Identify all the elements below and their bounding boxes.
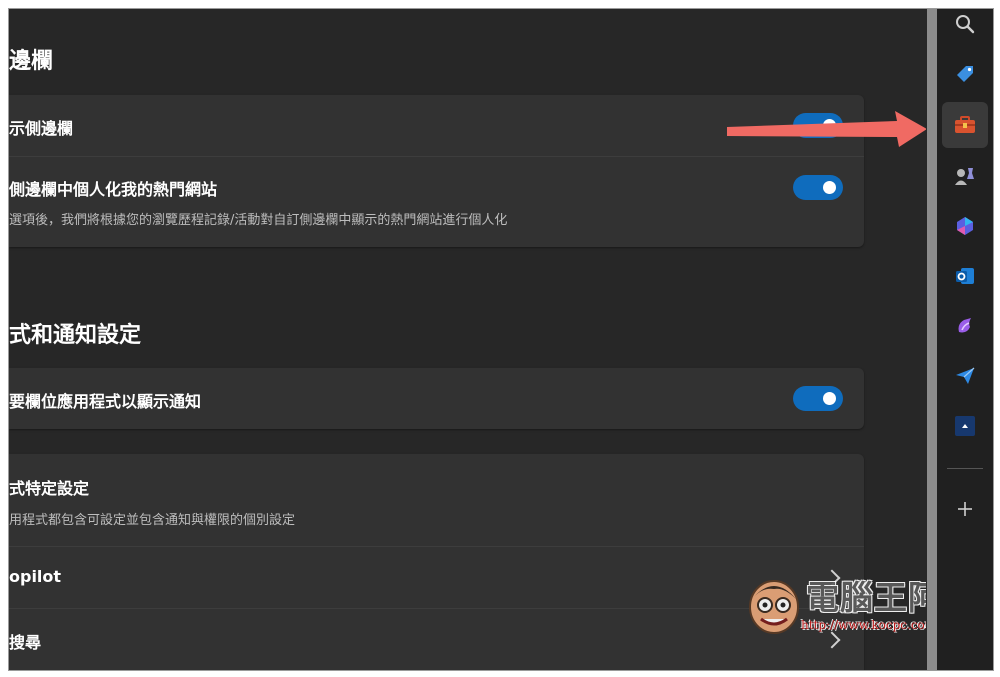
add-icon[interactable] xyxy=(942,486,988,532)
personalize-label: 側邊欄中個人化我的熱門網站 xyxy=(9,180,218,199)
personalize-row[interactable]: 側邊欄中個人化我的熱門網站 選項後，我們將根據您的瀏覽歷程記錄/活動對自訂側邊欄… xyxy=(9,157,864,247)
notify-row[interactable]: 要欄位應用程式以顯示通知 xyxy=(9,368,864,429)
toolbox-icon[interactable] xyxy=(942,102,988,148)
scrollbar[interactable] xyxy=(927,9,937,670)
personalize-desc: 選項後，我們將根據您的瀏覽歷程記錄/活動對自訂側邊欄中顯示的熱門網站進行個人化 xyxy=(9,213,508,228)
search-icon[interactable] xyxy=(942,9,988,47)
app-icon[interactable] xyxy=(942,403,988,449)
annotation-arrow xyxy=(727,111,926,147)
copilot-row[interactable]: opilot xyxy=(9,547,864,608)
copilot-label: opilot xyxy=(9,567,62,586)
notify-label: 要欄位應用程式以顯示通知 xyxy=(9,392,202,411)
watermark-text: 電腦王阿達 xyxy=(806,578,926,617)
toggle-knob xyxy=(823,181,836,194)
settings-content: 邊欄 示側邊欄 側邊欄中個人化我的熱門網站 選項後，我們將根據您的瀏覽歷程記錄/… xyxy=(9,9,926,670)
watermark-mascot-icon xyxy=(749,580,799,634)
search-row[interactable]: 搜尋 xyxy=(9,609,864,670)
browser-window: 邊欄 示側邊欄 側邊欄中個人化我的熱門網站 選項後，我們將根據您的瀏覽歷程記錄/… xyxy=(8,8,994,671)
app-specific-row: 式特定設定 用程式都包含可設定並包含通知與權限的個別設定 xyxy=(9,454,864,546)
copilot-icon[interactable] xyxy=(942,203,988,249)
app-specific-desc: 用程式都包含可設定並包含通知與權限的個別設定 xyxy=(9,513,296,528)
watermark: 電腦王阿達 http://www.kocpc.com.tw xyxy=(744,571,926,641)
search-label: 搜尋 xyxy=(9,633,42,652)
app-specific-card: 式特定設定 用程式都包含可設定並包含通知與權限的個別設定 opilot 搜尋 xyxy=(9,454,864,670)
notify-card: 要欄位應用程式以顯示通知 xyxy=(9,368,864,429)
toggle-knob xyxy=(823,392,836,405)
section-title-apps: 式和通知設定 xyxy=(9,323,142,348)
personalize-toggle[interactable] xyxy=(793,175,843,200)
sidebar-divider xyxy=(947,468,983,469)
watermark-url: http://www.kocpc.com.tw xyxy=(801,618,926,632)
section-title-sidebar: 邊欄 xyxy=(9,49,54,74)
games-icon[interactable] xyxy=(942,153,988,199)
tag-icon[interactable] xyxy=(942,51,988,97)
outlook-icon[interactable] xyxy=(942,253,988,299)
designer-icon[interactable] xyxy=(942,303,988,349)
show-sidebar-label: 示側邊欄 xyxy=(9,119,74,138)
send-icon[interactable] xyxy=(942,353,988,399)
app-specific-label: 式特定設定 xyxy=(9,479,90,498)
notify-toggle[interactable] xyxy=(793,386,843,411)
edge-sidebar xyxy=(937,9,993,670)
